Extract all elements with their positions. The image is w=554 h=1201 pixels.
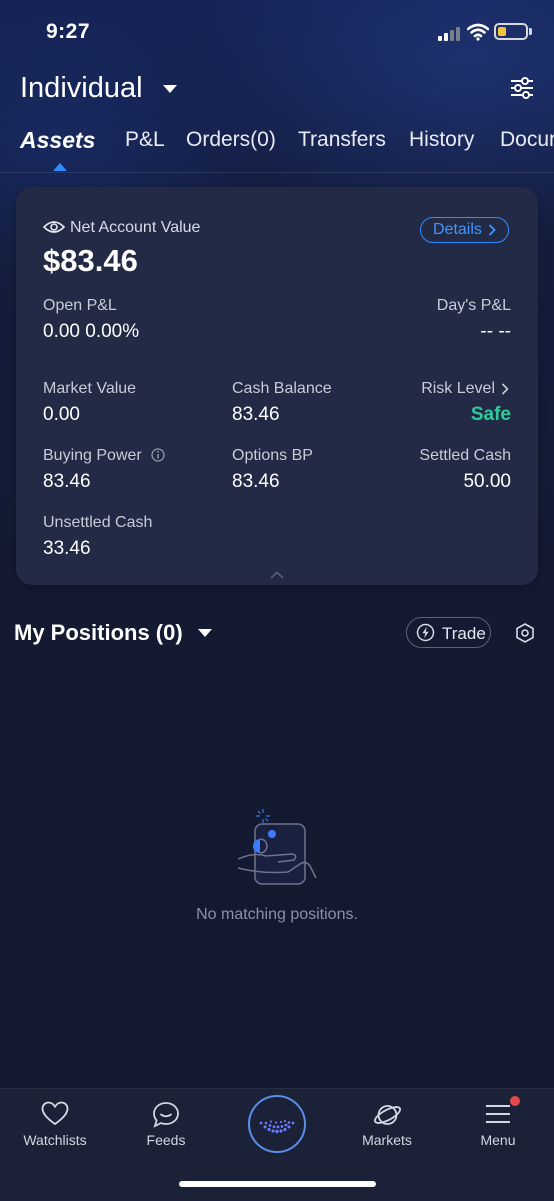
battery-icon	[494, 23, 528, 40]
empty-positions-message: No matching positions.	[196, 906, 358, 923]
cellular-signal-icon	[438, 26, 462, 41]
chat-bubble-icon	[153, 1102, 179, 1128]
open-pl-label: Open P&L	[43, 297, 117, 314]
settled-cash-value: 50.00	[463, 471, 511, 492]
net-account-value: $83.46	[43, 243, 138, 278]
heart-icon	[41, 1101, 69, 1126]
notification-dot	[510, 1096, 520, 1106]
options-bp-label: Options BP	[232, 447, 313, 464]
open-pl-value: 0.00 0.00%	[43, 321, 140, 342]
collapse-chevron-up-icon[interactable]	[270, 571, 284, 579]
account-selector[interactable]: Individual	[20, 72, 143, 105]
tab-assets[interactable]: Assets	[20, 127, 95, 154]
tab-history[interactable]: History	[409, 128, 474, 152]
status-time: 9:27	[46, 20, 91, 43]
trade-label: Trade	[442, 624, 486, 643]
my-positions-title[interactable]: My Positions (0)	[14, 620, 183, 646]
market-value-label: Market Value	[43, 380, 137, 397]
planet-icon	[374, 1105, 401, 1125]
details-label: Details	[433, 221, 482, 238]
hamburger-menu-icon	[486, 1105, 510, 1123]
app-background	[0, 0, 554, 1200]
cash-balance-value: 83.46	[232, 404, 280, 425]
active-tab-indicator	[53, 163, 67, 171]
buying-power-value: 83.46	[43, 471, 91, 492]
tab-documents[interactable]: Docur	[500, 128, 554, 152]
options-bp-value: 83.46	[232, 471, 280, 492]
unsettled-cash-label: Unsettled Cash	[43, 514, 153, 531]
settings-hexagon-icon[interactable]	[514, 622, 536, 644]
buying-power-label: Buying Power	[43, 447, 142, 464]
tab-divider	[0, 172, 554, 173]
risk-level-label[interactable]: Risk Level	[421, 380, 495, 398]
center-logo-icon[interactable]	[247, 1094, 307, 1154]
account-dropdown-icon[interactable]	[163, 85, 177, 93]
home-indicator[interactable]	[179, 1181, 376, 1187]
eye-icon[interactable]	[43, 219, 65, 235]
nav-label-markets: Markets	[362, 1132, 412, 1148]
info-icon[interactable]	[151, 448, 165, 462]
tab-pl[interactable]: P&L	[125, 128, 165, 152]
battery-cap	[529, 28, 532, 35]
empty-positions-illustration-icon	[237, 809, 317, 885]
tab-documents-clip: Docur	[500, 128, 554, 158]
filter-settings-icon[interactable]	[509, 76, 535, 100]
wifi-icon	[467, 23, 489, 41]
nav-label-watchlists: Watchlists	[23, 1132, 87, 1148]
chevron-right-icon	[488, 224, 496, 236]
positions-dropdown-icon[interactable]	[198, 629, 212, 637]
risk-level-value: Safe	[470, 404, 511, 425]
tab-orders[interactable]: Orders(0)	[186, 128, 276, 152]
days-pl-label: Day's P&L	[436, 297, 511, 314]
nav-label-feeds: Feeds	[146, 1132, 186, 1148]
settled-cash-label: Settled Cash	[419, 447, 511, 464]
net-account-value-label: Net Account Value	[70, 219, 201, 236]
cash-balance-label: Cash Balance	[232, 380, 332, 397]
unsettled-cash-value: 33.46	[43, 538, 91, 559]
risk-chevron-right-icon[interactable]	[501, 383, 509, 395]
lightning-icon	[416, 623, 435, 642]
trade-button[interactable]: Trade	[406, 617, 491, 648]
days-pl-value: -- --	[480, 321, 511, 342]
market-value: 0.00	[43, 404, 80, 425]
tab-transfers[interactable]: Transfers	[298, 128, 386, 152]
nav-label-menu: Menu	[480, 1132, 516, 1148]
battery-level	[498, 27, 506, 36]
